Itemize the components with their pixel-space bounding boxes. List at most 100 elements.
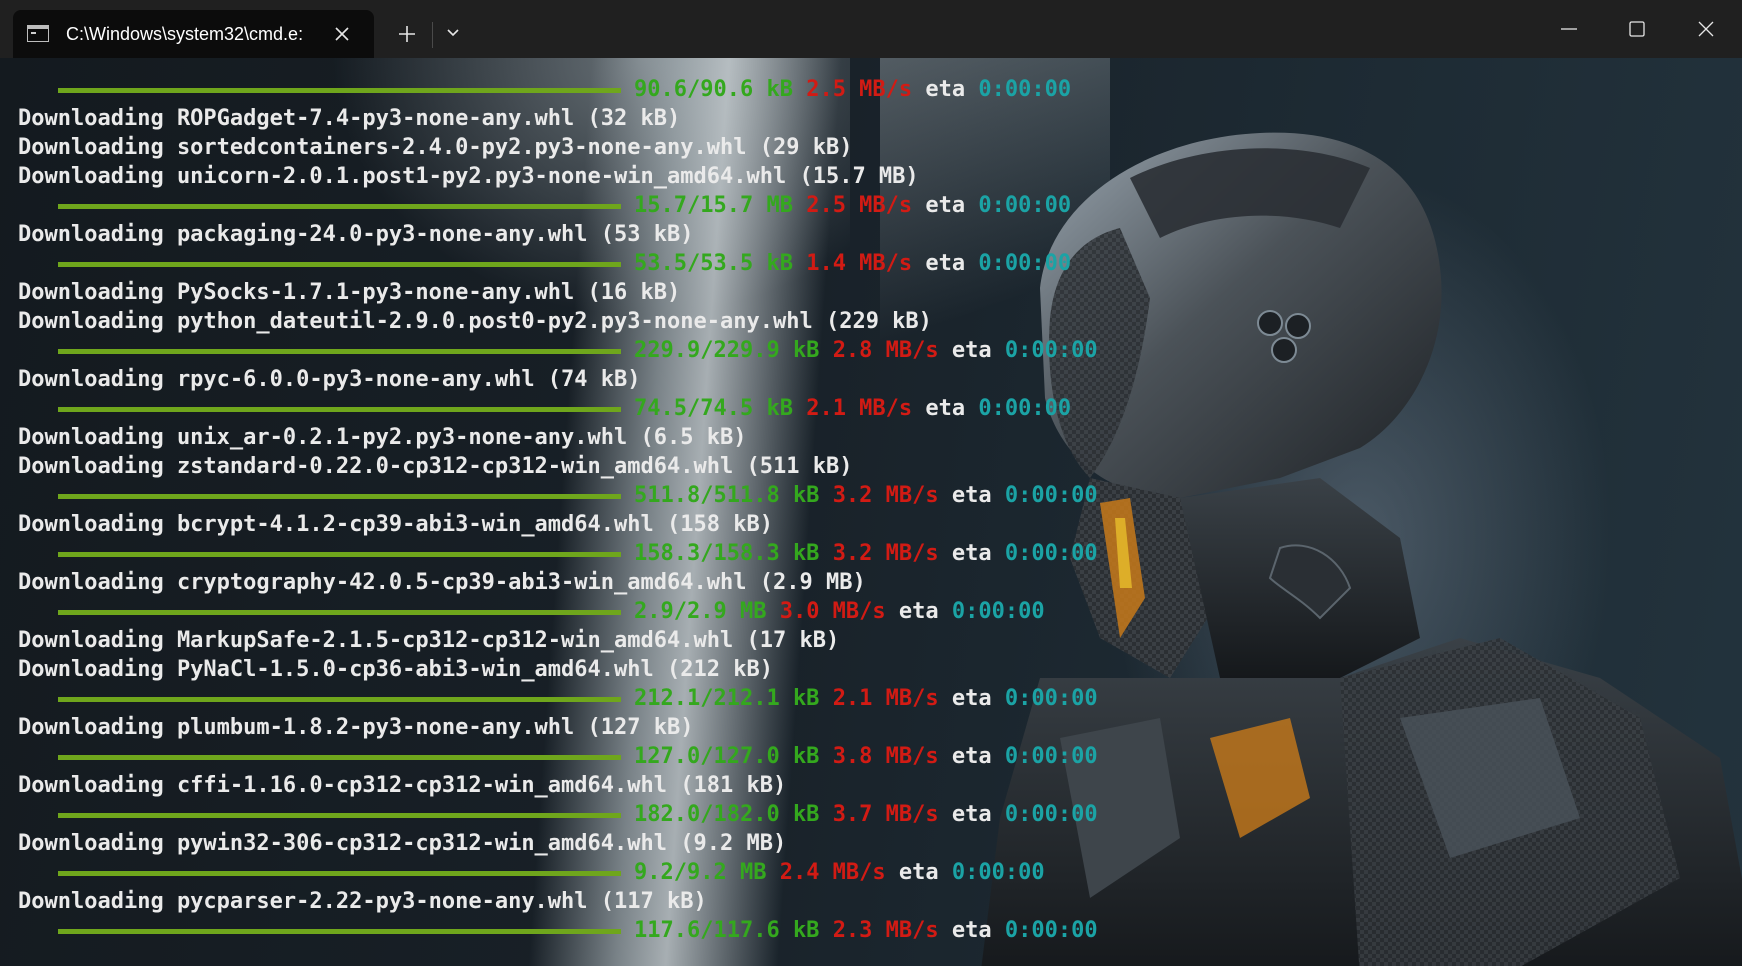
progress-bar xyxy=(58,494,621,499)
progress-bar xyxy=(58,813,621,818)
progress-stats: 229.9/229.9 kB 2.8 MB/s eta 0:00:00 xyxy=(634,336,1098,365)
title-bar[interactable]: C:\Windows\system32\cmd.e: xyxy=(0,0,1742,58)
download-size: 182.0/182.0 kB xyxy=(634,802,820,827)
download-speed: 2.1 MB/s xyxy=(806,396,913,421)
output-line: Downloading bcrypt-4.1.2-cp39-abi3-win_a… xyxy=(18,512,773,537)
download-speed: 3.2 MB/s xyxy=(832,483,939,508)
download-speed: 3.7 MB/s xyxy=(832,802,939,827)
output-line: Downloading unicorn-2.0.1.post1-py2.py3-… xyxy=(18,164,919,189)
output-line: Downloading ROPGadget-7.4-py3-none-any.w… xyxy=(18,106,681,131)
new-tab-button[interactable] xyxy=(390,17,424,51)
download-speed: 3.2 MB/s xyxy=(832,541,939,566)
tab-cmd[interactable]: C:\Windows\system32\cmd.e: xyxy=(13,10,374,58)
progress-stats: 53.5/53.5 kB 1.4 MB/s eta 0:00:00 xyxy=(634,249,1071,278)
eta-label: eta xyxy=(951,802,992,827)
eta-label: eta xyxy=(951,338,992,363)
output-line: Downloading PyNaCl-1.5.0-cp36-abi3-win_a… xyxy=(18,657,773,682)
progress-stats: 212.1/212.1 kB 2.1 MB/s eta 0:00:00 xyxy=(634,684,1098,713)
terminal-output[interactable]: 90.6/90.6 kB 2.5 MB/s eta 0:00:00 Downloa… xyxy=(0,58,1742,966)
output-line: Downloading python_dateutil-2.9.0.post0-… xyxy=(18,309,932,334)
progress-bar xyxy=(58,755,621,760)
tab-title: C:\Windows\system32\cmd.e: xyxy=(66,24,304,44)
output-line: Downloading unix_ar-0.2.1-py2.py3-none-a… xyxy=(18,425,747,450)
output-line: Downloading packaging-24.0-py3-none-any.… xyxy=(18,222,694,247)
progress-stats: 182.0/182.0 kB 3.7 MB/s eta 0:00:00 xyxy=(634,800,1098,829)
tab-separator xyxy=(432,22,433,48)
terminal-icon xyxy=(27,25,49,42)
progress-bar xyxy=(58,204,621,209)
progress-line: 9.2/9.2 MB 2.4 MB/s eta 0:00:00 xyxy=(18,858,1045,887)
download-size: 53.5/53.5 kB xyxy=(634,251,793,276)
close-tab-button[interactable] xyxy=(331,23,353,45)
output-line: Downloading sortedcontainers-2.4.0-py2.p… xyxy=(18,135,853,160)
download-speed: 2.8 MB/s xyxy=(832,338,939,363)
progress-stats: 158.3/158.3 kB 3.2 MB/s eta 0:00:00 xyxy=(634,539,1098,568)
chevron-down-icon xyxy=(447,29,459,37)
download-size: 117.6/117.6 kB xyxy=(634,918,820,943)
progress-bar xyxy=(58,88,621,93)
tab-dropdown-button[interactable] xyxy=(440,20,466,46)
eta-value: 0:00:00 xyxy=(1004,802,1098,827)
download-speed: 3.8 MB/s xyxy=(832,744,939,769)
progress-line: 74.5/74.5 kB 2.1 MB/s eta 0:00:00 xyxy=(18,394,1071,423)
progress-bar xyxy=(58,407,621,412)
progress-line: 182.0/182.0 kB 3.7 MB/s eta 0:00:00 xyxy=(18,800,1098,829)
eta-label: eta xyxy=(925,251,966,276)
download-size: 158.3/158.3 kB xyxy=(634,541,820,566)
progress-line: 127.0/127.0 kB 3.8 MB/s eta 0:00:00 xyxy=(18,742,1098,771)
download-speed: 2.5 MB/s xyxy=(806,193,913,218)
download-size: 511.8/511.8 kB xyxy=(634,483,820,508)
eta-label: eta xyxy=(925,77,966,102)
eta-label: eta xyxy=(898,860,939,885)
eta-value: 0:00:00 xyxy=(1004,686,1098,711)
eta-label: eta xyxy=(951,483,992,508)
output-line: Downloading MarkupSafe-2.1.5-cp312-cp312… xyxy=(18,628,840,653)
progress-line: 90.6/90.6 kB 2.5 MB/s eta 0:00:00 xyxy=(18,75,1071,104)
download-speed: 1.4 MB/s xyxy=(806,251,913,276)
maximize-icon xyxy=(1629,21,1645,37)
download-size: 74.5/74.5 kB xyxy=(634,396,793,421)
download-size: 9.2/9.2 MB xyxy=(634,860,767,885)
eta-value: 0:00:00 xyxy=(1004,918,1098,943)
output-line: Downloading zstandard-0.22.0-cp312-cp312… xyxy=(18,454,853,479)
eta-label: eta xyxy=(951,918,992,943)
eta-label: eta xyxy=(925,193,966,218)
eta-label: eta xyxy=(951,744,992,769)
download-speed: 2.5 MB/s xyxy=(806,77,913,102)
eta-label: eta xyxy=(951,686,992,711)
progress-stats: 15.7/15.7 MB 2.5 MB/s eta 0:00:00 xyxy=(634,191,1071,220)
close-window-button[interactable] xyxy=(1672,0,1740,58)
download-size: 2.9/2.9 MB xyxy=(634,599,767,624)
output-line: Downloading plumbum-1.8.2-py3-none-any.w… xyxy=(18,715,694,740)
progress-stats: 511.8/511.8 kB 3.2 MB/s eta 0:00:00 xyxy=(634,481,1098,510)
download-size: 229.9/229.9 kB xyxy=(634,338,820,363)
progress-bar xyxy=(58,871,621,876)
eta-value: 0:00:00 xyxy=(978,396,1072,421)
progress-bar xyxy=(58,929,621,934)
eta-value: 0:00:00 xyxy=(978,77,1072,102)
download-size: 212.1/212.1 kB xyxy=(634,686,820,711)
output-line: Downloading rpyc-6.0.0-py3-none-any.whl … xyxy=(18,367,641,392)
eta-value: 0:00:00 xyxy=(1004,483,1098,508)
output-line: Downloading PySocks-1.7.1-py3-none-any.w… xyxy=(18,280,681,305)
minimize-icon xyxy=(1561,28,1577,30)
download-speed: 2.3 MB/s xyxy=(832,918,939,943)
progress-line: 15.7/15.7 MB 2.5 MB/s eta 0:00:00 xyxy=(18,191,1071,220)
progress-line: 158.3/158.3 kB 3.2 MB/s eta 0:00:00 xyxy=(18,539,1098,568)
eta-value: 0:00:00 xyxy=(978,251,1072,276)
progress-bar xyxy=(58,552,621,557)
maximize-button[interactable] xyxy=(1603,0,1671,58)
progress-line: 2.9/2.9 MB 3.0 MB/s eta 0:00:00 xyxy=(18,597,1045,626)
download-speed: 3.0 MB/s xyxy=(779,599,886,624)
eta-value: 0:00:00 xyxy=(978,193,1072,218)
eta-label: eta xyxy=(951,541,992,566)
output-line: Downloading pycparser-2.22-py3-none-any.… xyxy=(18,889,707,914)
eta-label: eta xyxy=(925,396,966,421)
plus-icon xyxy=(399,26,415,42)
minimize-button[interactable] xyxy=(1535,0,1603,58)
progress-bar xyxy=(58,697,621,702)
eta-value: 0:00:00 xyxy=(1004,744,1098,769)
progress-line: 117.6/117.6 kB 2.3 MB/s eta 0:00:00 xyxy=(18,916,1098,945)
eta-value: 0:00:00 xyxy=(1004,338,1098,363)
eta-value: 0:00:00 xyxy=(1004,541,1098,566)
